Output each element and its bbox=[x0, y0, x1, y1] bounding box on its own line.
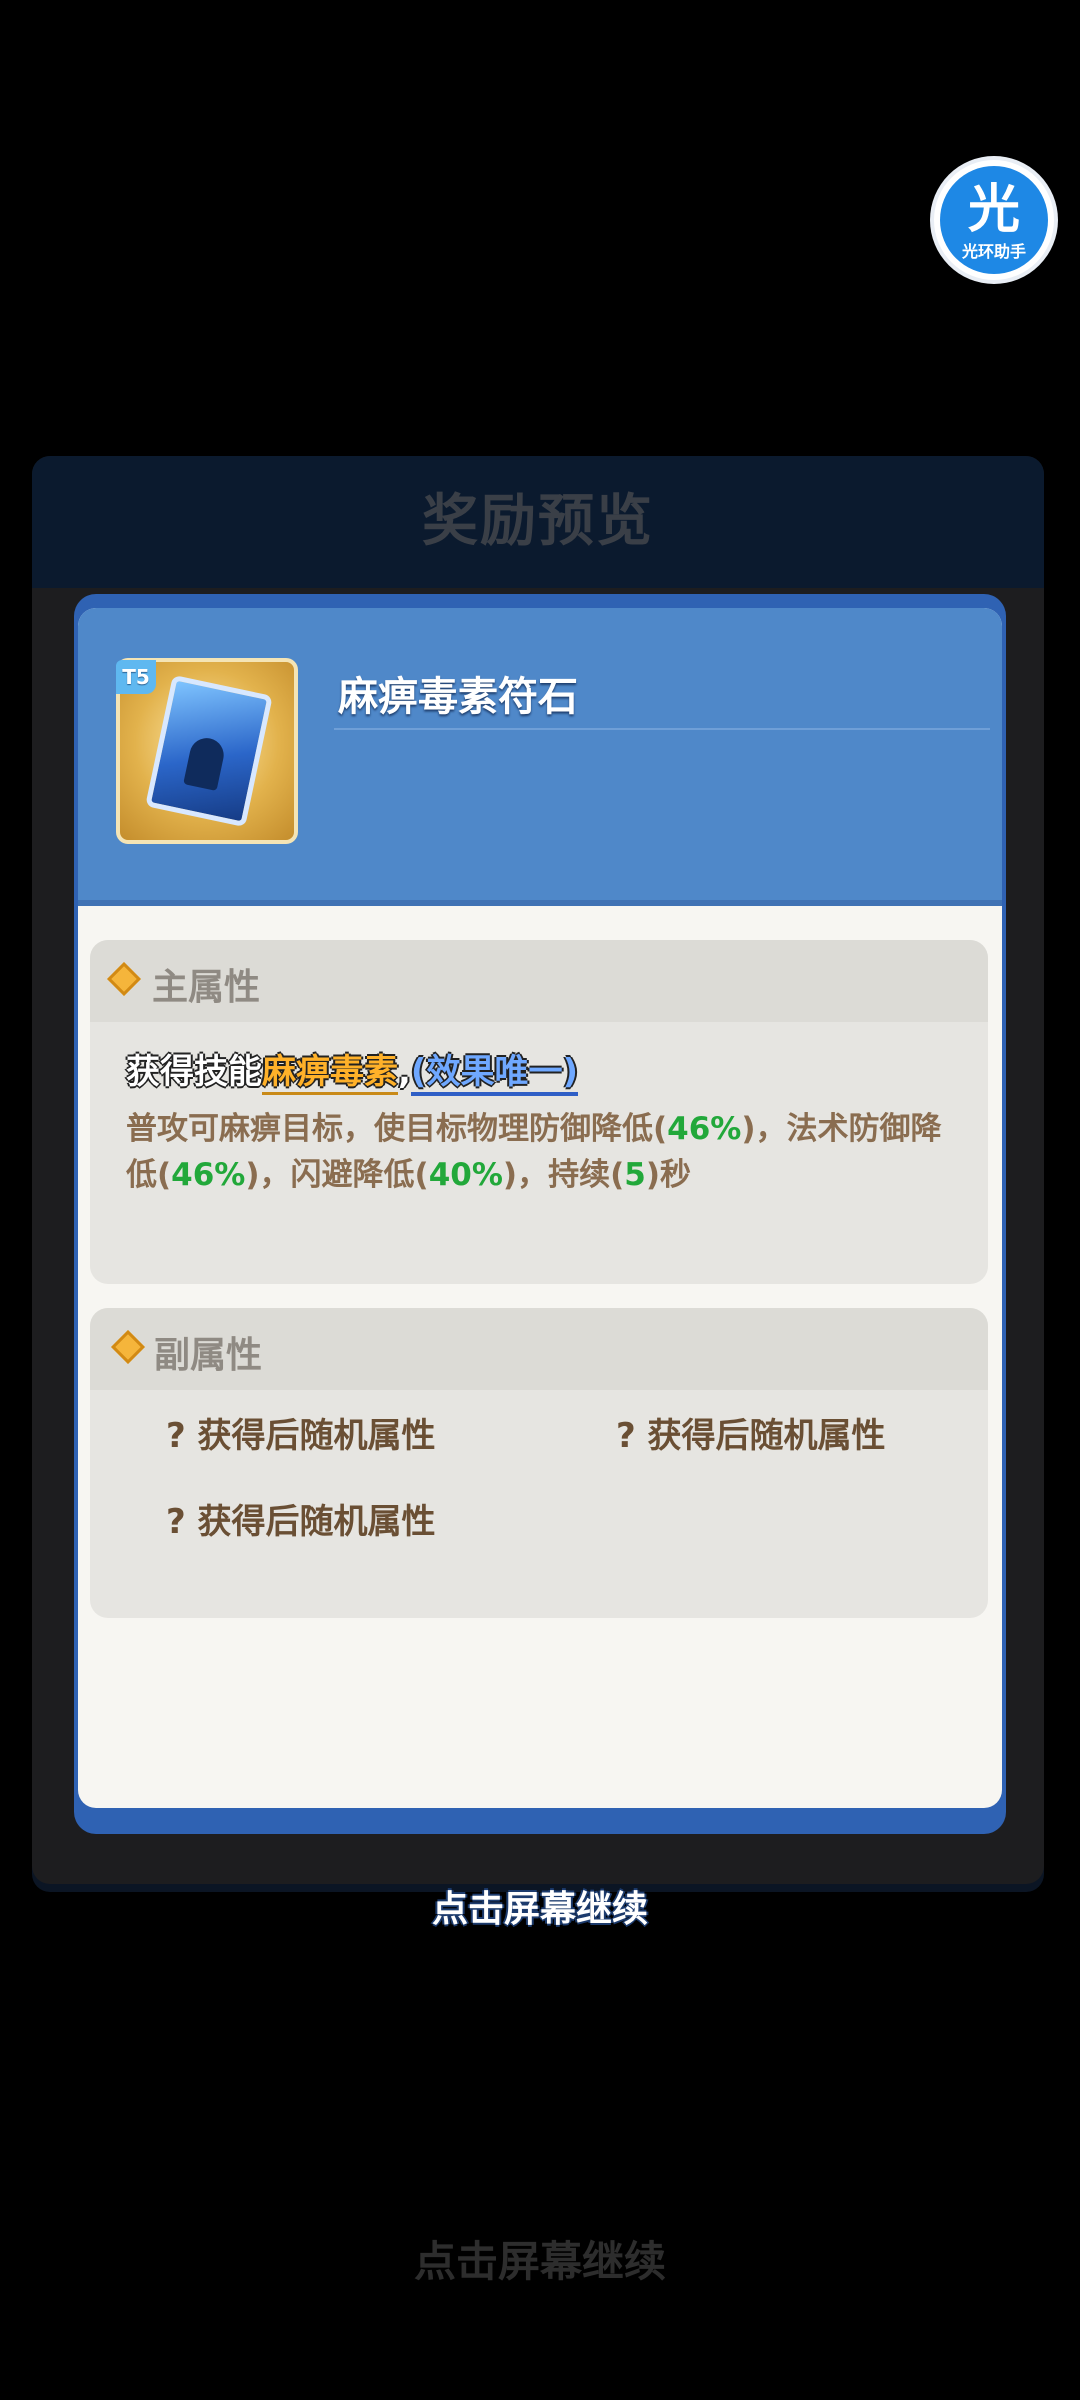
skill-description: 普攻可麻痹目标，使目标物理防御降低(46%)，法术防御降低(46%)，闪避降低(… bbox=[126, 1106, 966, 1198]
skill-prefix: 获得技能 bbox=[126, 1052, 262, 1092]
skill-name-link[interactable]: 麻痹毒素 bbox=[262, 1052, 398, 1095]
tap-to-continue[interactable]: 点击屏幕继续 bbox=[0, 1880, 1080, 1932]
skill-line: 获得技能麻痹毒素,(效果唯一) bbox=[126, 1044, 578, 1096]
helper-app-badge[interactable]: 光 光环助手 bbox=[934, 160, 1054, 280]
desc-value: 5 bbox=[624, 1157, 646, 1193]
desc-value: 46% bbox=[171, 1157, 246, 1193]
desc-text: )，闪避降低( bbox=[245, 1157, 429, 1193]
random-attribute: ? 获得后随机属性 bbox=[166, 1502, 436, 1542]
skill-separator: , bbox=[398, 1052, 411, 1092]
desc-text: )，持续( bbox=[502, 1157, 625, 1193]
unique-effect-link[interactable]: (效果唯一) bbox=[410, 1052, 578, 1096]
background-continue-text: 点击屏幕继续 bbox=[413, 2237, 666, 2286]
item-name: 麻痹毒素符石 bbox=[338, 674, 578, 720]
desc-value: 40% bbox=[428, 1157, 503, 1193]
background-dialog-title: 奖励预览 bbox=[422, 489, 654, 554]
desc-text: )秒 bbox=[645, 1157, 692, 1193]
sub-attribute-title: 副属性 bbox=[154, 1335, 263, 1376]
helper-badge-icon: 光 光环助手 bbox=[940, 166, 1048, 274]
tier-badge: T5 bbox=[116, 660, 156, 694]
main-attribute-title: 主属性 bbox=[152, 967, 261, 1008]
helper-badge-glyph: 光 bbox=[967, 180, 1020, 240]
name-divider bbox=[334, 728, 990, 730]
helper-badge-label: 光环助手 bbox=[961, 242, 1026, 261]
random-attribute: ? 获得后随机属性 bbox=[166, 1416, 436, 1456]
desc-text: 普攻可麻痹目标，使目标物理防御降低( bbox=[126, 1111, 668, 1147]
random-attribute: ? 获得后随机属性 bbox=[616, 1416, 886, 1456]
desc-value: 46% bbox=[667, 1111, 742, 1147]
